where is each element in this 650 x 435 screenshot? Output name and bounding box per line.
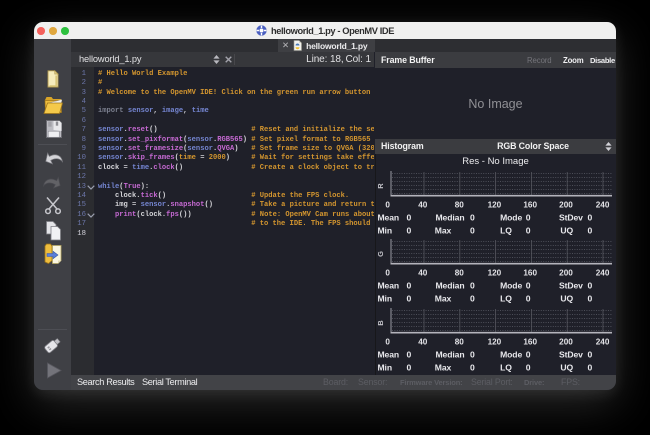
svg-text:0: 0 (588, 225, 593, 235)
svg-text:0: 0 (470, 212, 475, 222)
svg-text:0: 0 (526, 281, 531, 291)
svg-text:0: 0 (588, 212, 593, 222)
svg-text:40: 40 (418, 337, 428, 346)
svg-text:0: 0 (407, 362, 412, 372)
svg-text:Min: Min (378, 225, 393, 235)
svg-text:0: 0 (588, 362, 593, 372)
svg-text:0: 0 (588, 349, 593, 359)
svg-text:0: 0 (588, 294, 593, 304)
svg-text:0: 0 (526, 225, 531, 235)
svg-text:Mode: Mode (500, 349, 522, 359)
svg-text:0: 0 (470, 349, 475, 359)
svg-text:200: 200 (559, 337, 573, 346)
svg-text:R: R (376, 182, 385, 188)
svg-text:StDev: StDev (559, 281, 583, 291)
svg-text:StDev: StDev (559, 349, 583, 359)
svg-text:160: 160 (523, 269, 537, 278)
svg-text:120: 120 (488, 337, 502, 346)
svg-text:Mean: Mean (378, 281, 400, 291)
svg-text:0: 0 (385, 269, 390, 278)
svg-text:Mean: Mean (378, 212, 400, 222)
svg-text:Mean: Mean (378, 349, 400, 359)
svg-text:0: 0 (526, 294, 531, 304)
svg-text:LQ: LQ (500, 294, 512, 304)
svg-text:40: 40 (418, 200, 428, 209)
svg-text:LQ: LQ (500, 225, 512, 235)
svg-text:160: 160 (523, 200, 537, 209)
svg-text:UQ: UQ (560, 225, 573, 235)
svg-text:Mode: Mode (500, 281, 522, 291)
svg-text:0: 0 (407, 281, 412, 291)
svg-text:G: G (376, 251, 385, 257)
svg-text:240: 240 (596, 337, 610, 346)
svg-text:Max: Max (435, 225, 452, 235)
svg-text:Max: Max (435, 294, 452, 304)
svg-text:80: 80 (455, 337, 465, 346)
svg-text:0: 0 (470, 294, 475, 304)
svg-text:240: 240 (596, 200, 610, 209)
svg-text:UQ: UQ (560, 294, 573, 304)
svg-text:0: 0 (385, 200, 390, 209)
svg-text:0: 0 (526, 212, 531, 222)
svg-text:0: 0 (526, 349, 531, 359)
svg-text:StDev: StDev (559, 212, 583, 222)
svg-text:LQ: LQ (500, 362, 512, 372)
svg-text:40: 40 (418, 269, 428, 278)
svg-text:0: 0 (588, 281, 593, 291)
svg-text:0: 0 (407, 225, 412, 235)
svg-text:B: B (376, 320, 385, 326)
svg-text:0: 0 (470, 362, 475, 372)
svg-text:200: 200 (559, 200, 573, 209)
svg-text:Median: Median (436, 349, 465, 359)
svg-text:Median: Median (436, 281, 465, 291)
svg-text:80: 80 (455, 269, 465, 278)
svg-text:160: 160 (523, 337, 537, 346)
svg-text:Min: Min (378, 294, 393, 304)
svg-text:Median: Median (436, 212, 465, 222)
svg-text:200: 200 (559, 269, 573, 278)
svg-text:UQ: UQ (560, 362, 573, 372)
svg-text:0: 0 (470, 225, 475, 235)
svg-text:Min: Min (378, 362, 393, 372)
svg-text:0: 0 (526, 362, 531, 372)
svg-text:0: 0 (470, 281, 475, 291)
svg-text:0: 0 (407, 349, 412, 359)
svg-text:120: 120 (488, 200, 502, 209)
svg-text:Mode: Mode (500, 212, 522, 222)
svg-text:80: 80 (455, 200, 465, 209)
svg-text:0: 0 (407, 294, 412, 304)
svg-text:240: 240 (596, 269, 610, 278)
svg-text:0: 0 (407, 212, 412, 222)
svg-text:0: 0 (385, 337, 390, 346)
svg-text:Max: Max (435, 362, 452, 372)
svg-text:120: 120 (488, 269, 502, 278)
